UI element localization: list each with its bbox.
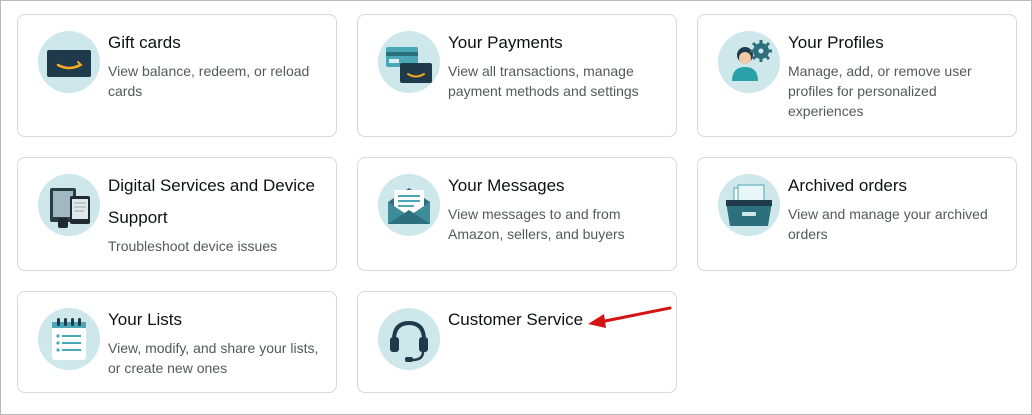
archive-box-icon — [718, 174, 780, 236]
your-lists-card[interactable]: Your Lists View, modify, and share your … — [17, 291, 337, 393]
card-description: View balance, redeem, or reload cards — [108, 63, 310, 99]
card-title: Archived orders — [788, 176, 908, 195]
card-title: Your Profiles — [788, 33, 884, 52]
card-title: Gift cards — [108, 33, 181, 52]
card-description: Manage, add, or remove user profiles for… — [788, 63, 972, 119]
card-description: Troubleshoot device issues — [108, 238, 278, 254]
card-description: View and manage your archived orders — [788, 206, 988, 242]
card-title: Your Messages — [448, 176, 565, 195]
devices-icon — [38, 174, 100, 236]
account-options-panel: Gift cards View balance, redeem, or relo… — [0, 0, 1032, 415]
headset-icon — [378, 308, 440, 370]
card-title: Your Payments — [448, 33, 563, 52]
archived-orders-card[interactable]: Archived orders View and manage your arc… — [697, 157, 1017, 271]
gift-cards-card[interactable]: Gift cards View balance, redeem, or relo… — [17, 14, 337, 137]
payments-icon — [378, 31, 440, 93]
messages-icon — [378, 174, 440, 236]
card-description: View all transactions, manage payment me… — [448, 63, 639, 99]
your-payments-card[interactable]: Your Payments View all transactions, man… — [357, 14, 677, 137]
digital-services-card[interactable]: Digital Services and Device Support Trou… — [17, 157, 337, 271]
your-profiles-card[interactable]: Your Profiles Manage, add, or remove use… — [697, 14, 1017, 137]
card-title: Digital Services and Device Support — [108, 176, 315, 227]
card-description: View, modify, and share your lists, or c… — [108, 340, 319, 376]
profiles-icon — [718, 31, 780, 93]
your-messages-card[interactable]: Your Messages View messages to and from … — [357, 157, 677, 271]
card-description: View messages to and from Amazon, seller… — [448, 206, 625, 242]
card-title: Your Lists — [108, 310, 183, 329]
gift-card-icon — [38, 31, 100, 93]
annotation-arrow-icon — [588, 306, 672, 328]
notepad-list-icon — [38, 308, 100, 370]
